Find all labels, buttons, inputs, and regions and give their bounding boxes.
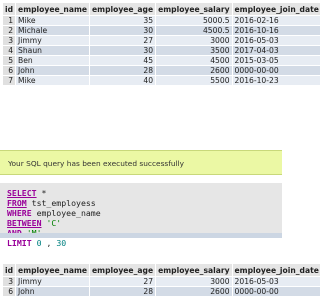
sql-keyword-limit: LIMIT (7, 238, 32, 248)
cell-employee-name: Shaun (15, 45, 91, 56)
table-row[interactable]: 1 Mike 35 5000.5 2016-02-16 (1, 15, 320, 26)
column-header-employee-name[interactable]: employee_name (15, 263, 91, 277)
column-header-employee-join-date[interactable]: employee_join_date (231, 2, 320, 16)
column-header-employee-name[interactable]: employee_name (15, 2, 91, 16)
cell-employee-join-date: 2016-10-16 (231, 25, 320, 36)
table-header-row: id employee_name employee_age employee_s… (1, 2, 320, 16)
cell-employee-join-date: 0000-00-00 (231, 286, 320, 297)
sql-keyword-where: WHERE (7, 208, 32, 218)
cell-id: 4 (1, 45, 17, 56)
cell-employee-name: Jimmy (15, 276, 91, 287)
cell-employee-age: 30 (89, 45, 157, 56)
column-header-employee-join-date[interactable]: employee_join_date (231, 263, 320, 277)
cell-id: 3 (1, 276, 17, 287)
sql-query-box: SELECT * FROM tst_employess WHERE employ… (0, 183, 282, 248)
cell-employee-salary: 2600 (155, 286, 233, 297)
cell-employee-name: Jimmy (15, 35, 91, 46)
column-header-employee-age[interactable]: employee_age (89, 263, 157, 277)
column-header-employee-salary[interactable]: employee_salary (155, 2, 233, 16)
cell-employee-salary: 4500.5 (155, 25, 233, 36)
cell-employee-age: 45 (89, 55, 157, 66)
table-row[interactable]: 7 Mike 40 5500 2016-10-23 (1, 75, 320, 86)
table-header-row: id employee_name employee_age employee_s… (1, 263, 320, 277)
sql-keyword-select[interactable]: SELECT (7, 188, 37, 198)
cell-employee-salary: 3000 (155, 276, 233, 287)
table-row[interactable]: 3 Jimmy 27 3000 2016-05-03 (1, 276, 320, 287)
sql-where-column: employee_name (31, 208, 101, 218)
cell-employee-name: Mike (15, 15, 91, 26)
cell-employee-salary: 5000.5 (155, 15, 233, 26)
sql-query-code: SELECT * FROM tst_employess WHERE employ… (7, 188, 101, 248)
cell-employee-salary: 5500 (155, 75, 233, 86)
cell-id: 1 (1, 15, 17, 26)
cell-employee-join-date: 2016-05-03 (231, 35, 320, 46)
sql-limit-separator: , (41, 238, 57, 248)
cell-employee-join-date: 2016-05-03 (231, 276, 320, 287)
table-row[interactable]: 6 John 28 2600 0000-00-00 (1, 65, 320, 76)
table-row[interactable]: 4 Shaun 30 3500 2017-04-03 (1, 45, 320, 56)
table-row[interactable]: 5 Ben 45 4500 2015-03-05 (1, 55, 320, 66)
sql-keyword-between[interactable]: BETWEEN (7, 218, 42, 228)
cell-employee-salary: 4500 (155, 55, 233, 66)
success-message-bar: Your SQL query has been executed success… (0, 150, 282, 175)
cell-employee-name: Michale (15, 25, 91, 36)
column-header-id[interactable]: id (1, 263, 17, 277)
sql-select-columns: * (36, 188, 47, 198)
sql-keyword-from[interactable]: FROM (7, 198, 27, 208)
cell-employee-join-date: 2016-02-16 (231, 15, 320, 26)
sql-box-footer (0, 233, 282, 238)
cell-id: 6 (1, 286, 17, 297)
cell-employee-join-date: 2016-10-23 (231, 75, 320, 86)
table-row[interactable]: 2 Michale 30 4500.5 2016-10-16 (1, 25, 320, 36)
cell-employee-name: Ben (15, 55, 91, 66)
column-header-id[interactable]: id (1, 2, 17, 16)
success-message: Your SQL query has been executed success… (8, 159, 185, 168)
cell-employee-join-date: 2015-03-05 (231, 55, 320, 66)
column-header-employee-age[interactable]: employee_age (89, 2, 157, 16)
cell-employee-name: Mike (15, 75, 91, 86)
cell-employee-salary: 3000 (155, 35, 233, 46)
cell-employee-age: 28 (89, 65, 157, 76)
cell-employee-age: 30 (89, 25, 157, 36)
sql-table-name: tst_employess (26, 198, 96, 208)
cell-employee-join-date: 0000-00-00 (231, 65, 320, 76)
cell-employee-age: 27 (89, 276, 157, 287)
cell-id: 7 (1, 75, 17, 86)
results-table-all: id employee_name employee_age employee_s… (1, 2, 320, 86)
sql-limit-count: 30 (56, 238, 67, 248)
cell-id: 6 (1, 65, 17, 76)
cell-id: 5 (1, 55, 17, 66)
cell-id: 3 (1, 35, 17, 46)
cell-employee-join-date: 2017-04-03 (231, 45, 320, 56)
table-row[interactable]: 6 John 28 2600 0000-00-00 (1, 286, 320, 297)
cell-employee-age: 27 (89, 35, 157, 46)
results-table-filtered: id employee_name employee_age employee_s… (1, 263, 320, 297)
column-header-employee-salary[interactable]: employee_salary (155, 263, 233, 277)
table-row[interactable]: 3 Jimmy 27 3000 2016-05-03 (1, 35, 320, 46)
cell-employee-salary: 2600 (155, 65, 233, 76)
cell-id: 2 (1, 25, 17, 36)
cell-employee-salary: 3500 (155, 45, 233, 56)
cell-employee-age: 35 (89, 15, 157, 26)
cell-employee-name: John (15, 65, 91, 76)
sql-between-start: 'C' (46, 218, 62, 228)
cell-employee-age: 40 (89, 75, 157, 86)
cell-employee-age: 28 (89, 286, 157, 297)
cell-employee-name: John (15, 286, 91, 297)
